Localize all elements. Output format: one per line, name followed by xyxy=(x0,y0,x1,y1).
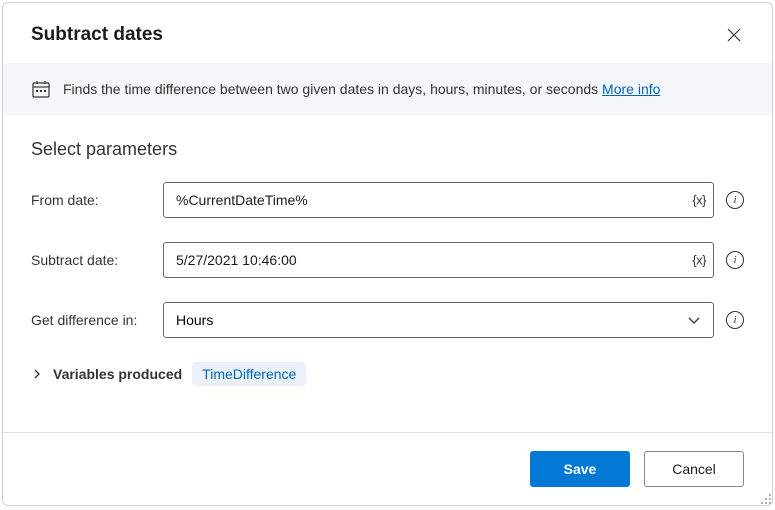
cancel-button[interactable]: Cancel xyxy=(644,451,744,487)
from-date-label: From date: xyxy=(31,192,163,208)
get-difference-select[interactable]: Hours xyxy=(163,302,714,338)
subtract-date-input[interactable] xyxy=(163,242,714,278)
dialog-title: Subtract dates xyxy=(31,24,163,46)
resize-grip-icon[interactable] xyxy=(760,493,772,505)
info-banner-text: Finds the time difference between two gi… xyxy=(63,81,660,97)
dialog-footer: Save Cancel xyxy=(3,432,772,505)
subtract-date-input-wrap: {x} xyxy=(163,242,714,278)
info-icon[interactable]: i xyxy=(726,251,744,269)
parameters-section: Select parameters From date: {x} i Subtr… xyxy=(3,115,772,432)
get-difference-value: Hours xyxy=(176,312,213,328)
calendar-icon xyxy=(31,79,51,99)
info-banner: Finds the time difference between two gi… xyxy=(3,63,772,115)
variable-picker-icon[interactable]: {x} xyxy=(692,193,706,208)
subtract-dates-dialog: Subtract dates Finds the time difference… xyxy=(2,2,773,506)
get-difference-label: Get difference in: xyxy=(31,312,163,328)
from-date-input[interactable] xyxy=(163,182,714,218)
more-info-link[interactable]: More info xyxy=(602,81,660,97)
from-date-row: From date: {x} i xyxy=(31,182,744,218)
section-title: Select parameters xyxy=(31,139,744,160)
close-icon xyxy=(727,28,741,42)
variable-chip-timedifference[interactable]: TimeDifference xyxy=(192,362,306,386)
get-difference-row: Get difference in: Hours i xyxy=(31,302,744,338)
subtract-date-label: Subtract date: xyxy=(31,252,163,268)
info-icon[interactable]: i xyxy=(726,191,744,209)
variables-produced-label: Variables produced xyxy=(53,366,182,382)
chevron-right-icon[interactable] xyxy=(31,368,43,380)
banner-description: Finds the time difference between two gi… xyxy=(63,81,602,97)
save-button[interactable]: Save xyxy=(530,451,630,487)
get-difference-select-wrap: Hours xyxy=(163,302,714,338)
variables-produced-row: Variables produced TimeDifference xyxy=(31,362,744,386)
from-date-input-wrap: {x} xyxy=(163,182,714,218)
subtract-date-row: Subtract date: {x} i xyxy=(31,242,744,278)
variable-picker-icon[interactable]: {x} xyxy=(692,253,706,268)
dialog-header: Subtract dates xyxy=(3,3,772,63)
chevron-down-icon xyxy=(687,313,701,327)
close-button[interactable] xyxy=(720,21,748,49)
info-icon[interactable]: i xyxy=(726,311,744,329)
